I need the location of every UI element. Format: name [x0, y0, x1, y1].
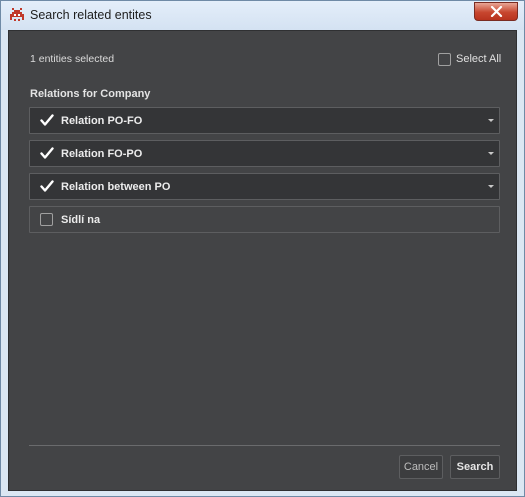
checkbox-unchecked-icon[interactable] [40, 213, 53, 226]
checkbox-checked-icon[interactable] [40, 180, 54, 193]
section-title: Relations for Company [30, 88, 151, 100]
relation-label: Relation FO-PO [61, 148, 143, 160]
dialog-content: 1 entities selected Select All Relations… [8, 30, 517, 491]
relation-label: Sídlí na [61, 214, 101, 226]
relation-item-po-fo[interactable]: Relation PO-FO [29, 107, 500, 134]
close-icon [490, 6, 503, 17]
dialog-window: Search related entites 1 entities select… [0, 0, 525, 497]
select-all-label: Select All [456, 53, 502, 65]
space-invader-icon [9, 8, 25, 22]
relation-label: Relation between PO [61, 181, 171, 193]
window-title: Search related entites [30, 8, 152, 22]
select-all-checkbox[interactable] [438, 52, 451, 66]
relation-item-sidli-na[interactable]: Sídlí na [29, 206, 500, 233]
close-button[interactable] [474, 2, 518, 21]
relation-item-fo-po[interactable]: Relation FO-PO [29, 140, 500, 167]
search-button[interactable]: Search [450, 455, 500, 479]
checkbox-checked-icon[interactable] [40, 147, 54, 160]
relation-item-between-po[interactable]: Relation between PO [29, 173, 500, 200]
selected-count: 1 entities selected [30, 53, 115, 65]
chevron-down-icon[interactable] [488, 119, 494, 122]
relation-label: Relation PO-FO [61, 115, 143, 127]
select-all-toggle[interactable]: Select All [438, 52, 501, 66]
footer-divider [29, 445, 500, 446]
title-bar[interactable]: Search related entites [1, 1, 524, 30]
cancel-button[interactable]: Cancel [399, 455, 443, 479]
chevron-down-icon[interactable] [488, 185, 494, 188]
chevron-down-icon[interactable] [488, 152, 494, 155]
checkbox-checked-icon[interactable] [40, 114, 54, 127]
